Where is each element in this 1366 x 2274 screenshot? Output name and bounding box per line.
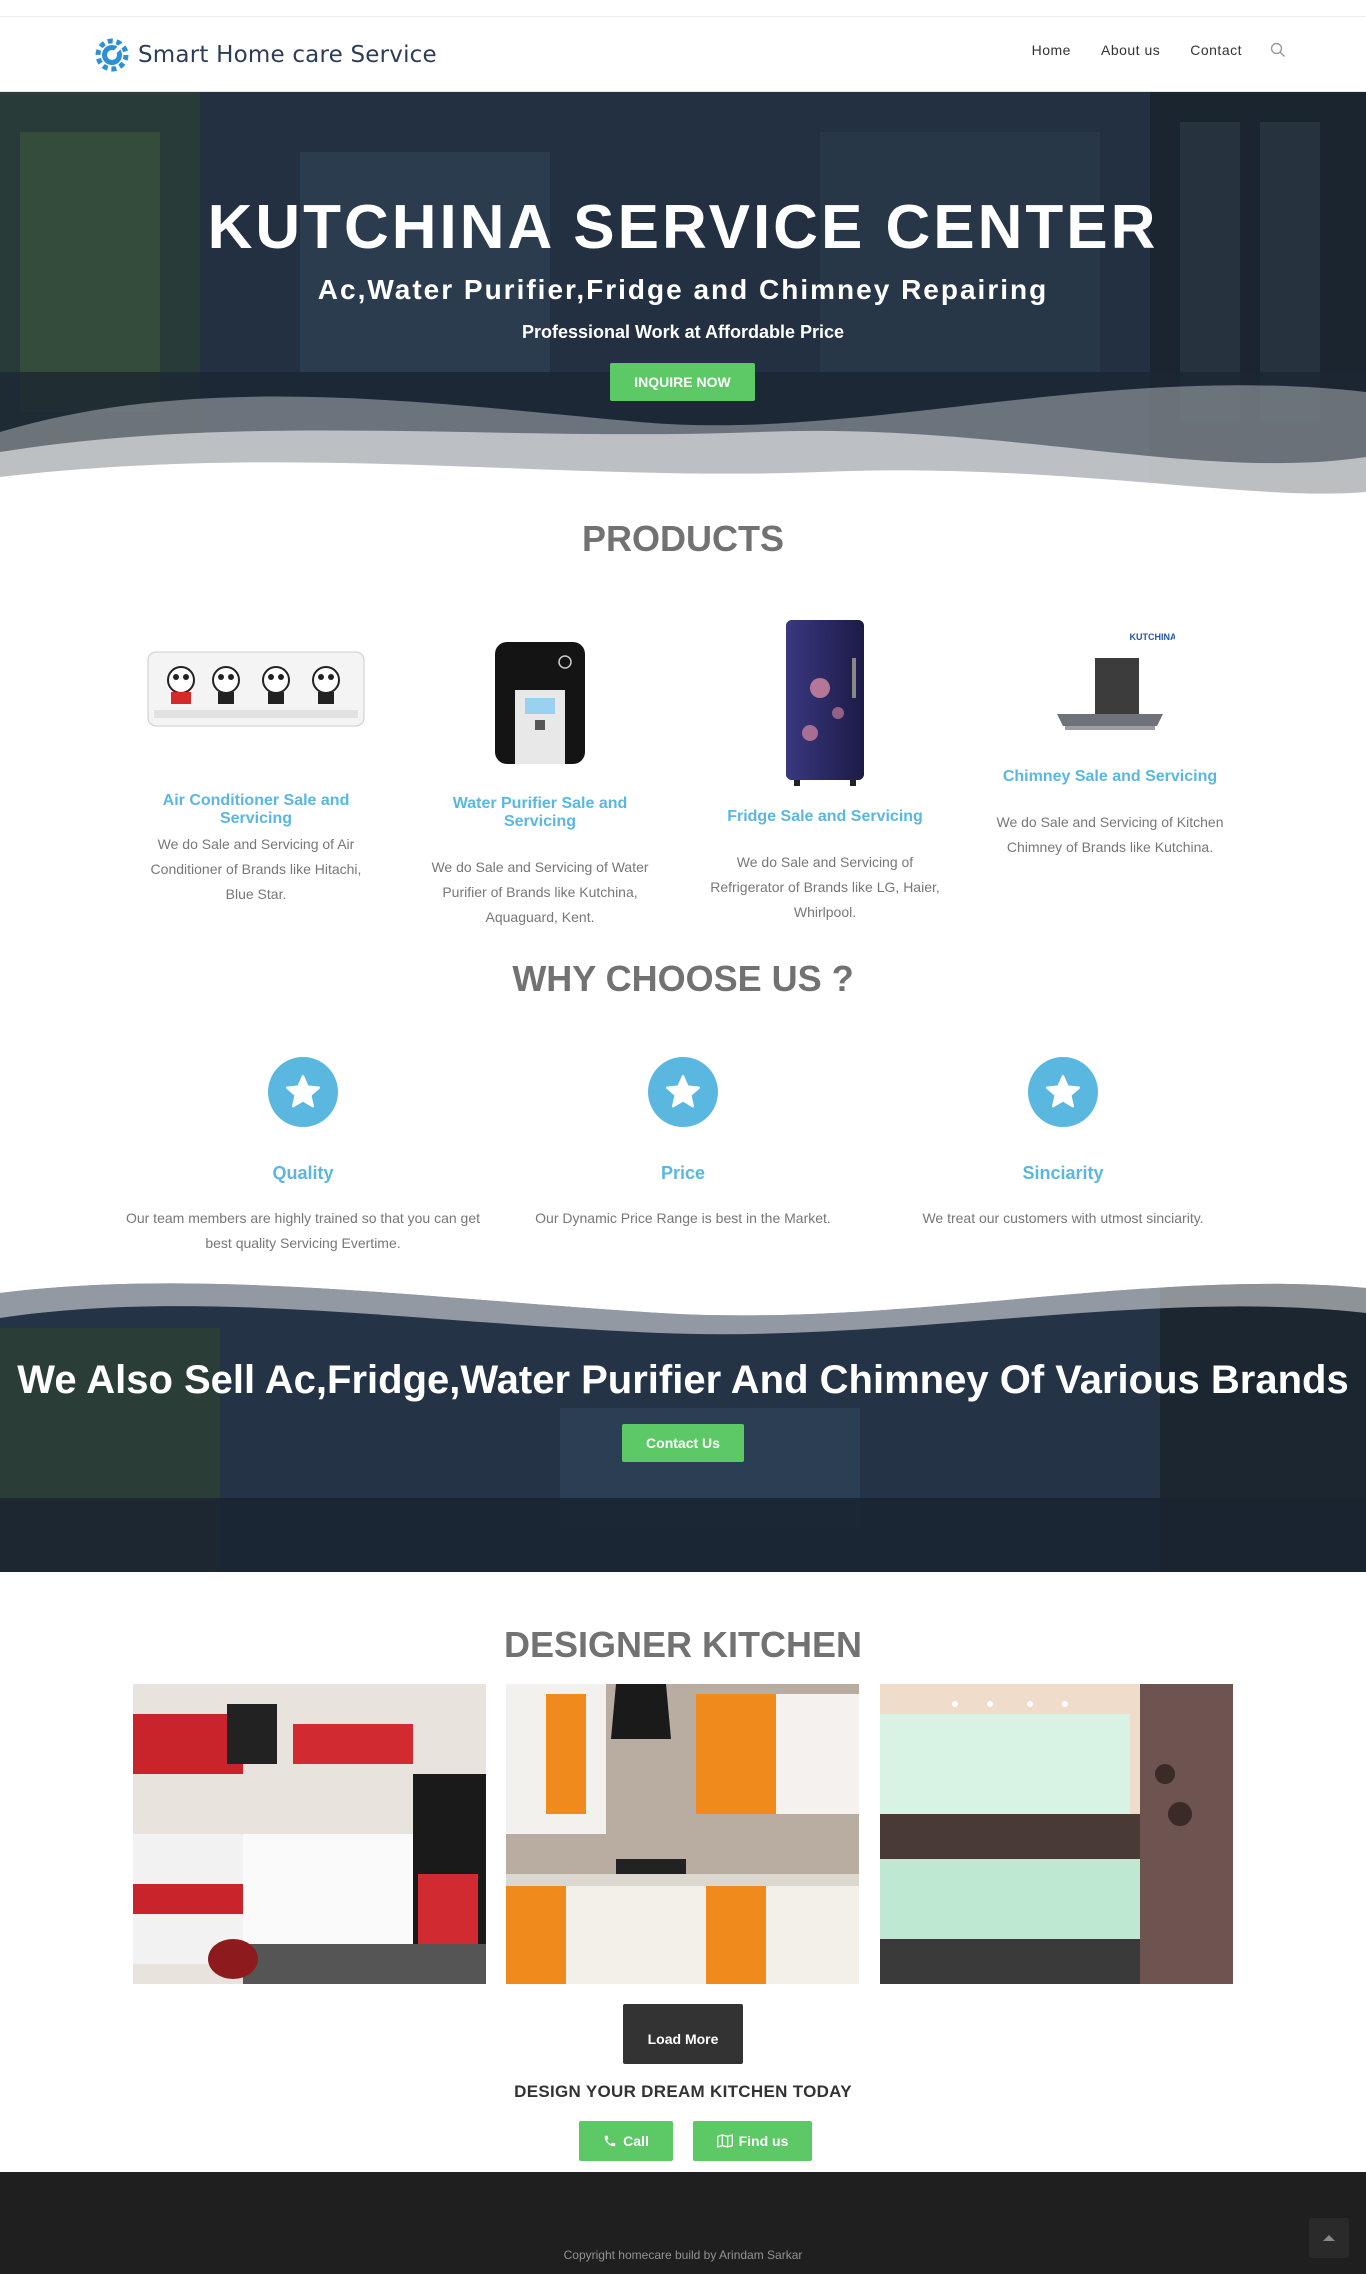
product-description: We do Sale and Servicing of Water Purifi… bbox=[431, 859, 649, 925]
find-us-button[interactable]: Find us bbox=[693, 2121, 812, 2161]
call-label: Call bbox=[623, 2133, 649, 2149]
star-icon bbox=[648, 1057, 718, 1127]
feature-quality: Quality Our team members are highly trai… bbox=[113, 1057, 493, 1256]
sell-banner: We Also Sell Ac,Fridge,Water Purifier An… bbox=[0, 1268, 1366, 1572]
water-purifier-image bbox=[495, 642, 585, 764]
search-icon[interactable] bbox=[1270, 42, 1286, 58]
air-conditioner-image bbox=[147, 651, 365, 727]
feature-price: Price Our Dynamic Price Range is best in… bbox=[493, 1057, 873, 1231]
feature-description: Our team members are highly trained so t… bbox=[125, 1210, 481, 1251]
feature-title: Price bbox=[660, 1163, 706, 1183]
product-title[interactable]: Fridge Sale and Servicing bbox=[700, 808, 950, 826]
hero-section: KUTCHINA SERVICE CENTER Ac,Water Purifie… bbox=[0, 92, 1366, 512]
star-icon bbox=[1028, 1057, 1098, 1127]
product-water-purifier: Water Purifier Sale and Servicing We do … bbox=[415, 640, 665, 930]
site-logo[interactable]: Smart Home care Service bbox=[92, 35, 437, 75]
sell-banner-title: We Also Sell Ac,Fridge,Water Purifier An… bbox=[17, 1358, 1349, 1402]
product-title[interactable]: Chimney Sale and Servicing bbox=[985, 768, 1235, 786]
nav-contact[interactable]: Contact bbox=[1190, 42, 1242, 58]
chevron-up-icon bbox=[1323, 2235, 1335, 2241]
kitchen-photo-orange[interactable] bbox=[506, 1684, 859, 1984]
product-air-conditioner: Air Conditioner Sale and Servicing We do… bbox=[131, 640, 381, 907]
fridge-image bbox=[786, 620, 864, 786]
phone-icon bbox=[604, 2135, 616, 2147]
svg-text:KUTCHINA: KUTCHINA bbox=[1130, 632, 1176, 642]
hero-tagline: Professional Work at Affordable Price bbox=[521, 322, 845, 342]
banner-wave-divider bbox=[0, 1268, 1366, 1335]
designer-kitchen-heading: DESIGNER KITCHEN bbox=[503, 1624, 863, 1665]
nav-about-us[interactable]: About us bbox=[1101, 42, 1160, 58]
product-chimney: KUTCHINA Chimney Sale and Servicing We d… bbox=[985, 628, 1235, 860]
map-icon bbox=[716, 2134, 733, 2148]
contact-us-button[interactable]: Contact Us bbox=[622, 1424, 744, 1462]
feature-title: Quality bbox=[272, 1163, 334, 1183]
dream-kitchen-heading: DESIGN YOUR DREAM KITCHEN TODAY bbox=[514, 2082, 852, 2101]
hero-title: KUTCHINA SERVICE CENTER bbox=[207, 193, 1159, 262]
call-button[interactable]: Call bbox=[579, 2121, 673, 2161]
product-description: We do Sale and Servicing of Refrigerator… bbox=[710, 854, 940, 920]
product-description: We do Sale and Servicing of Kitchen Chim… bbox=[996, 814, 1224, 855]
product-title[interactable]: Air Conditioner Sale and Servicing bbox=[131, 792, 381, 828]
why-choose-heading: WHY CHOOSE US ? bbox=[512, 958, 854, 999]
star-icon bbox=[268, 1057, 338, 1127]
site-footer: Copyright homecare build by Arindam Sark… bbox=[0, 2172, 1366, 2274]
feature-sinciarity: Sinciarity We treat our customers with u… bbox=[873, 1057, 1253, 1231]
load-more-button[interactable]: Load More bbox=[623, 2004, 743, 2064]
feature-description: Our Dynamic Price Range is best in the M… bbox=[535, 1210, 831, 1226]
nav-home[interactable]: Home bbox=[1032, 42, 1071, 58]
logo-text: Smart Home care Service bbox=[138, 42, 437, 68]
feature-title: Sinciarity bbox=[1022, 1163, 1104, 1183]
gear-wrench-logo-icon bbox=[95, 38, 129, 72]
main-nav: Home About us Contact bbox=[1002, 42, 1286, 58]
site-header: Smart Home care Service Home About us Co… bbox=[0, 17, 1366, 92]
kitchen-photo-mint[interactable] bbox=[880, 1684, 1233, 1984]
products-heading: PRODUCTS bbox=[581, 518, 784, 559]
chimney-image: KUTCHINA bbox=[1057, 632, 1176, 730]
product-description: We do Sale and Servicing of Air Conditio… bbox=[150, 836, 362, 902]
scroll-to-top-button[interactable] bbox=[1309, 2218, 1349, 2258]
kitchen-photo-red[interactable] bbox=[133, 1684, 486, 1984]
hero-wave-divider bbox=[0, 385, 1366, 512]
hero-subtitle: Ac,Water Purifier,Fridge and Chimney Rep… bbox=[317, 274, 1049, 305]
product-fridge: Fridge Sale and Servicing We do Sale and… bbox=[700, 618, 950, 925]
product-title[interactable]: Water Purifier Sale and Servicing bbox=[415, 795, 665, 831]
feature-description: We treat our customers with utmost sinci… bbox=[922, 1210, 1204, 1226]
find-us-label: Find us bbox=[738, 2133, 789, 2149]
copyright-text: Copyright homecare build by Arindam Sark… bbox=[563, 2248, 803, 2262]
